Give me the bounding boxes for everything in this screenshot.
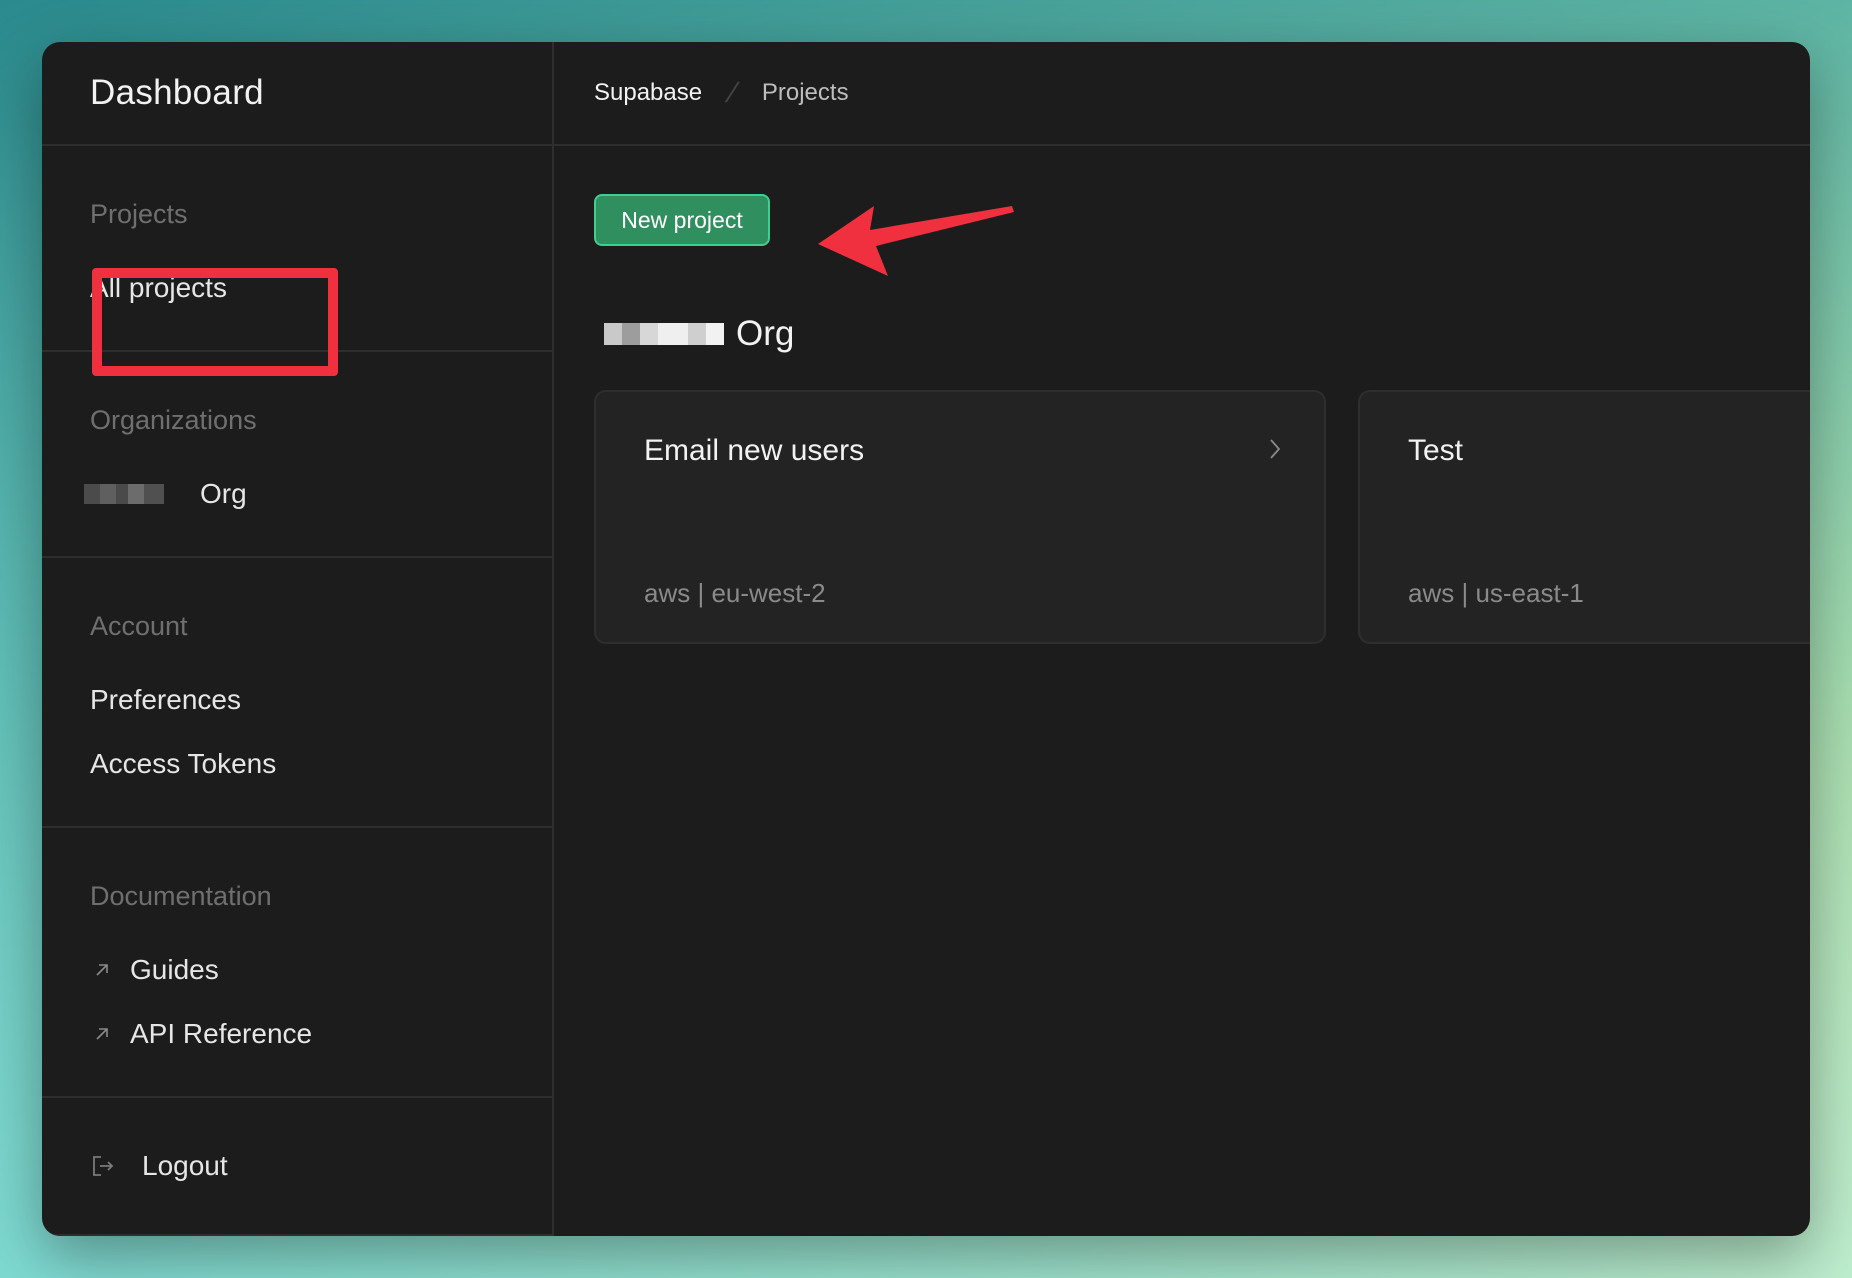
sidebar-section-organizations: Organizations Org xyxy=(42,352,552,558)
breadcrumb-separator: / xyxy=(722,77,742,108)
sidebar-section-logout: Logout xyxy=(42,1098,552,1236)
sidebar-item-guides-label: Guides xyxy=(130,954,219,985)
sidebar-title: Dashboard xyxy=(42,42,552,146)
sidebar-section-projects: Projects All projects xyxy=(42,146,552,352)
project-card-title: Email new users xyxy=(644,434,865,467)
org-heading-label: Org xyxy=(736,314,795,353)
sidebar-item-org-label: Org xyxy=(200,478,247,509)
org-heading: Org xyxy=(604,314,794,354)
new-project-button[interactable]: New project xyxy=(594,194,770,246)
main-content: Supabase / Projects New project Org Emai… xyxy=(554,42,1810,1236)
sidebar-item-guides[interactable]: Guides xyxy=(90,938,504,1002)
project-card-title: Test xyxy=(1408,434,1464,467)
breadcrumb-projects[interactable]: Projects xyxy=(762,79,849,107)
logout-icon xyxy=(93,1156,114,1176)
breadcrumb-supabase[interactable]: Supabase xyxy=(594,79,702,107)
sidebar-item-all-projects[interactable]: All projects xyxy=(90,256,504,320)
external-link-icon xyxy=(90,1022,114,1046)
sidebar-item-access-tokens[interactable]: Access Tokens xyxy=(90,732,504,796)
sidebar-section-account: Account Preferences Access Tokens xyxy=(42,558,552,828)
sidebar-item-org[interactable]: Org xyxy=(84,462,504,526)
sidebar: Dashboard Projects All projects Organiza… xyxy=(42,42,554,1236)
section-title-documentation: Documentation xyxy=(90,881,272,911)
project-card-region: aws | eu-west-2 xyxy=(644,578,826,608)
org-avatar-redacted xyxy=(84,484,164,504)
section-title-account: Account xyxy=(90,611,188,641)
breadcrumb: Supabase / Projects xyxy=(554,42,1810,146)
sidebar-item-preferences[interactable]: Preferences xyxy=(90,668,504,732)
section-title-organizations: Organizations xyxy=(90,405,257,435)
logout-label: Logout xyxy=(142,1150,228,1181)
org-name-redacted xyxy=(604,323,724,345)
project-card-test[interactable]: Test aws | us-east-1 xyxy=(1358,390,1810,644)
external-link-icon xyxy=(90,958,114,982)
sidebar-section-documentation: Documentation Guides API Reference xyxy=(42,828,552,1098)
section-title-projects: Projects xyxy=(90,199,188,229)
sidebar-item-api-reference-label: API Reference xyxy=(130,1018,313,1049)
logout-button[interactable]: Logout xyxy=(90,1134,504,1198)
sidebar-item-api-reference[interactable]: API Reference xyxy=(90,1002,504,1066)
project-card-email-new-users[interactable]: Email new users aws | eu-west-2 xyxy=(594,390,1326,644)
chevron-right-icon xyxy=(1270,439,1281,459)
project-card-region: aws | us-east-1 xyxy=(1408,578,1584,608)
dashboard-window: Dashboard Projects All projects Organiza… xyxy=(42,42,1810,1236)
